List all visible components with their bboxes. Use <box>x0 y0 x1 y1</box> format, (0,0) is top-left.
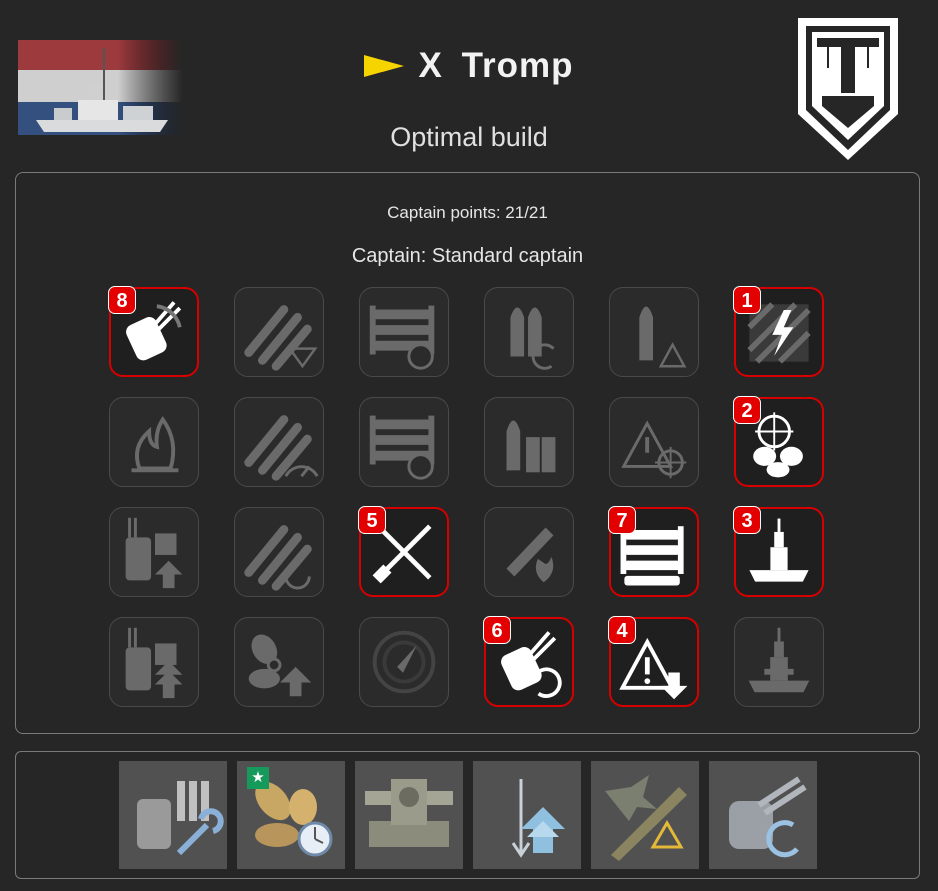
skill-propeller-upgrade[interactable] <box>234 617 324 707</box>
skill-turret-reload[interactable]: 6 <box>483 616 574 707</box>
skill-torpedo-cycle[interactable] <box>234 507 324 597</box>
torpedo-reload-icon <box>369 305 435 370</box>
nation-emblem-icon <box>792 14 904 164</box>
skill-torpedo-reload[interactable] <box>359 287 449 377</box>
radar-compass-icon <box>372 630 436 694</box>
special-upgrade-star-icon: ★ <box>247 767 269 789</box>
steering-gear-upgrade-icon <box>365 779 453 847</box>
skill-ship-silhouette[interactable] <box>734 617 824 707</box>
torpedo-timer-icon <box>369 415 435 480</box>
skill-torpedo-speed[interactable] <box>234 397 324 487</box>
turret-reload-upgrade-icon <box>729 776 807 858</box>
turret-double-upgrade-icon <box>125 627 183 699</box>
skill-crossed-tools[interactable]: 5 <box>358 506 449 597</box>
skill-turret-upgrade[interactable] <box>109 507 199 597</box>
skill-torpedo-timer[interactable] <box>359 397 449 487</box>
skill-warning-down[interactable]: 4 <box>608 616 699 707</box>
captain-points: Captain points: 21/21 <box>387 203 548 222</box>
skills-panel: Captain points: 21/21 Captain: Standard … <box>15 172 920 734</box>
skill-electric-hazard[interactable]: 1 <box>733 286 824 377</box>
skill-fire[interactable] <box>109 397 199 487</box>
skill-order-badge: 6 <box>483 616 511 644</box>
skill-order-badge: 7 <box>608 506 636 534</box>
upgrade-slot-4[interactable] <box>473 761 581 869</box>
skill-ammo-stock[interactable] <box>484 397 574 487</box>
turret-upgrade-icon <box>125 517 183 589</box>
skill-order-badge: 4 <box>608 616 636 644</box>
upgrade-slot-2[interactable]: ★ <box>237 761 345 869</box>
ship-tier: X <box>418 46 443 85</box>
skill-fire-shield[interactable] <box>484 507 574 597</box>
upgrade-slot-1[interactable] <box>119 761 227 869</box>
skill-order-badge: 5 <box>358 506 386 534</box>
ship-silhouette-icon <box>748 627 810 693</box>
header: X Tromp Optimal build <box>0 0 938 170</box>
skill-radar-compass[interactable] <box>359 617 449 707</box>
upgrade-slot-5[interactable] <box>591 761 699 869</box>
tier-flag-icon <box>364 55 405 77</box>
skill-battleship[interactable]: 3 <box>733 506 824 597</box>
torpedo-armament-icon <box>244 305 318 371</box>
skill-shell-warning[interactable] <box>609 287 699 377</box>
shell-reload-icon <box>510 307 555 370</box>
skill-main-battery-gun[interactable]: 8 <box>108 286 199 377</box>
upgrade-slot-3[interactable] <box>355 761 463 869</box>
upgrade-slot-6[interactable] <box>709 761 817 869</box>
skill-helm-propeller[interactable]: 2 <box>733 396 824 487</box>
propeller-upgrade-icon <box>248 634 312 697</box>
shell-warning-icon <box>639 306 687 368</box>
skill-torpedo-armament[interactable] <box>234 287 324 377</box>
skill-order-badge: 3 <box>733 506 761 534</box>
fire-icon <box>131 416 179 473</box>
torpedo-cycle-icon <box>244 525 312 591</box>
ammo-stock-icon <box>506 420 556 473</box>
captain-name: Captain: Standard captain <box>351 245 584 267</box>
skill-order-badge: 2 <box>733 396 761 424</box>
skill-order-badge: 1 <box>733 286 761 314</box>
skill-shell-reload[interactable] <box>484 287 574 377</box>
ship-name: Tromp <box>461 46 574 85</box>
skill-order-badge: 8 <box>108 286 136 314</box>
skill-turret-double-upgrade[interactable] <box>109 617 199 707</box>
skill-torpedo-rack[interactable]: 7 <box>608 506 699 597</box>
concealment-upgrade-icon <box>511 779 565 858</box>
turret-repair-upgrade-icon <box>137 781 224 856</box>
fire-shield-icon <box>506 527 554 583</box>
aircraft-warning-upgrade-icon <box>605 775 687 861</box>
skill-warning-target[interactable] <box>609 397 699 487</box>
torpedo-speed-icon <box>244 415 319 481</box>
upgrades-panel: ★ <box>15 751 920 879</box>
warning-target-icon <box>621 420 687 479</box>
